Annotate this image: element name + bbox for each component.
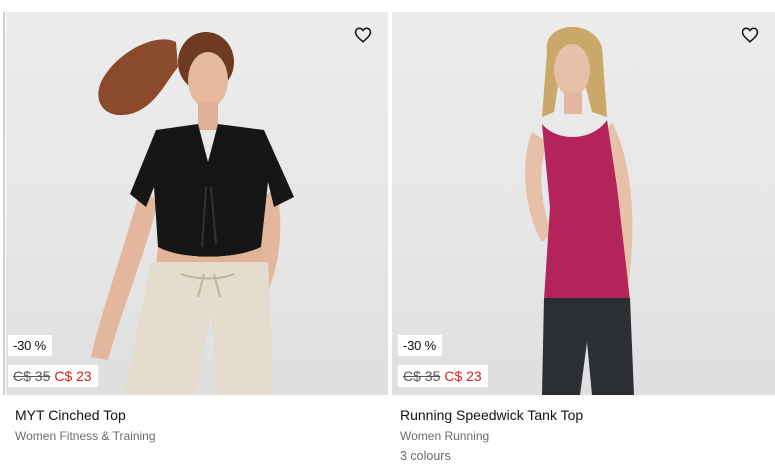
product-card-myt-cinched-top[interactable]: -30 % C$ 35 C$ 23 MYT Cinched Top Women F…: [0, 0, 388, 465]
price: C$ 35 C$ 23: [8, 365, 98, 387]
card-divider: [3, 12, 5, 395]
discount-badge: -30 %: [398, 335, 442, 356]
product-title[interactable]: Running Speedwick Tank Top: [400, 407, 583, 423]
product-card-running-speedwick-tank-top[interactable]: -30 % C$ 35 C$ 23 Running Speedwick Tank …: [390, 0, 775, 465]
product-title[interactable]: MYT Cinched Top: [15, 407, 126, 423]
product-category: Women Fitness & Training: [15, 429, 156, 443]
discount-badge: -30 %: [8, 335, 52, 356]
sale-price: C$ 23: [444, 368, 482, 384]
product-image[interactable]: [6, 12, 388, 395]
sale-price: C$ 23: [54, 368, 92, 384]
old-price: C$ 35: [13, 368, 51, 384]
product-image[interactable]: [392, 12, 775, 395]
product-grid: -30 % C$ 35 C$ 23 MYT Cinched Top Women F…: [0, 0, 775, 465]
product-category: Women Running: [400, 429, 490, 443]
price: C$ 35 C$ 23: [398, 365, 488, 387]
colour-count[interactable]: 3 colours: [400, 449, 451, 463]
product-photo-woman-pink-tank: [525, 26, 634, 395]
wishlist-heart-icon[interactable]: [354, 26, 372, 44]
wishlist-heart-icon[interactable]: [741, 26, 759, 44]
product-photo-woman-black-top: [91, 32, 294, 395]
old-price: C$ 35: [403, 368, 441, 384]
